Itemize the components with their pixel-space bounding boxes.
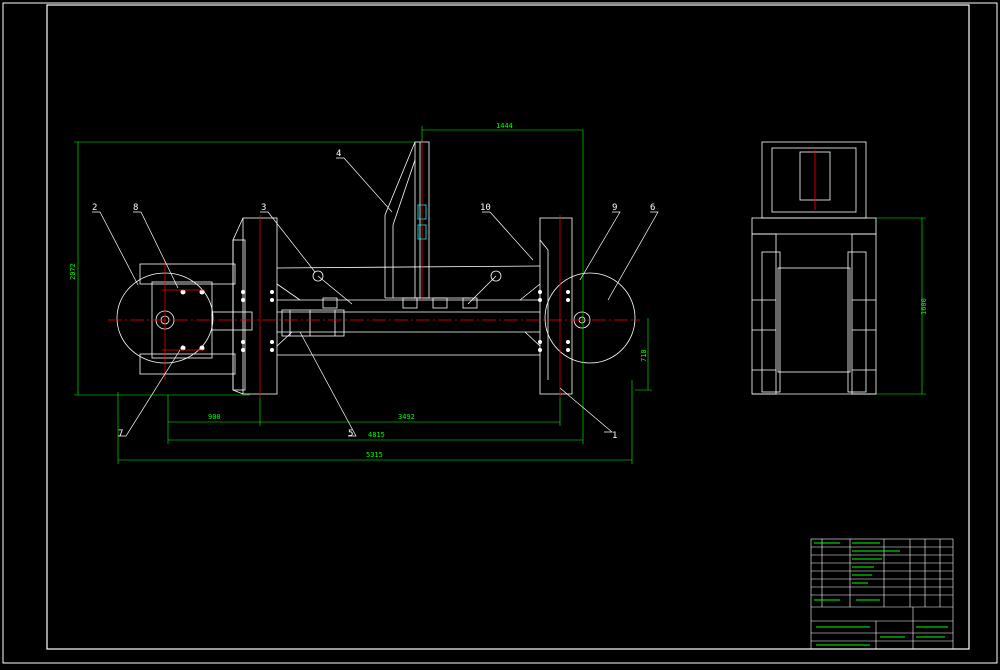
callout-1: 1 [612, 431, 617, 441]
leader-10 [482, 211, 534, 261]
callout-2: 2 [92, 203, 97, 213]
front-dimensions [74, 126, 652, 464]
cad-drawing-viewport[interactable]: 5315 4815 900 3492 1444 2072 710 2 8 3 4… [0, 0, 1000, 666]
callout-7: 7 [118, 429, 123, 439]
drawing-frame [46, 4, 970, 650]
cylinder-rod-housing [211, 311, 253, 331]
callout-9: 9 [612, 203, 617, 213]
cad-drawing: 5315 4815 900 3492 1444 2072 710 2 8 3 4… [2, 2, 998, 664]
callout-6: 6 [650, 203, 655, 213]
dim-overall-height: 2072 [69, 263, 77, 280]
leader-6 [607, 211, 659, 301]
dim-overall-width: 5315 [366, 451, 383, 459]
side-center-body [777, 267, 851, 373]
callout-10: 10 [480, 203, 491, 213]
callout-leaders [92, 157, 659, 437]
front-dimension-text: 5315 4815 900 3492 1444 2072 710 [69, 122, 648, 459]
dim-left-offset: 900 [208, 413, 221, 421]
centerlines [108, 140, 640, 398]
callout-8: 8 [133, 203, 138, 213]
leader-4 [336, 157, 393, 213]
leader-1 [559, 387, 613, 433]
side-dimensions [876, 217, 926, 395]
side-upper-frame [761, 141, 867, 219]
left-plate-edge [232, 217, 244, 395]
title-block-scribbles [814, 542, 948, 646]
dim-top-width: 1444 [496, 122, 513, 130]
callout-3: 3 [261, 203, 266, 213]
right-plate-detail [539, 239, 549, 380]
side-crossbar [751, 217, 877, 235]
callout-4: 4 [336, 149, 341, 159]
leader-3 [260, 211, 316, 273]
dim-wheelbase: 3492 [398, 413, 415, 421]
leader-5 [299, 331, 357, 437]
dim-side-height: 1600 [920, 298, 928, 315]
dim-inner-width: 4815 [368, 431, 385, 439]
frame-top-rail [276, 265, 541, 269]
front-view [116, 141, 636, 395]
leader-9 [579, 211, 621, 281]
callout-5: 5 [348, 429, 353, 439]
title-block [810, 538, 954, 650]
leader-2 [92, 211, 139, 286]
right-side-plate [539, 217, 573, 395]
dim-axle-height: 710 [640, 349, 648, 362]
side-view [751, 141, 877, 395]
left-lower-arm [139, 353, 236, 375]
